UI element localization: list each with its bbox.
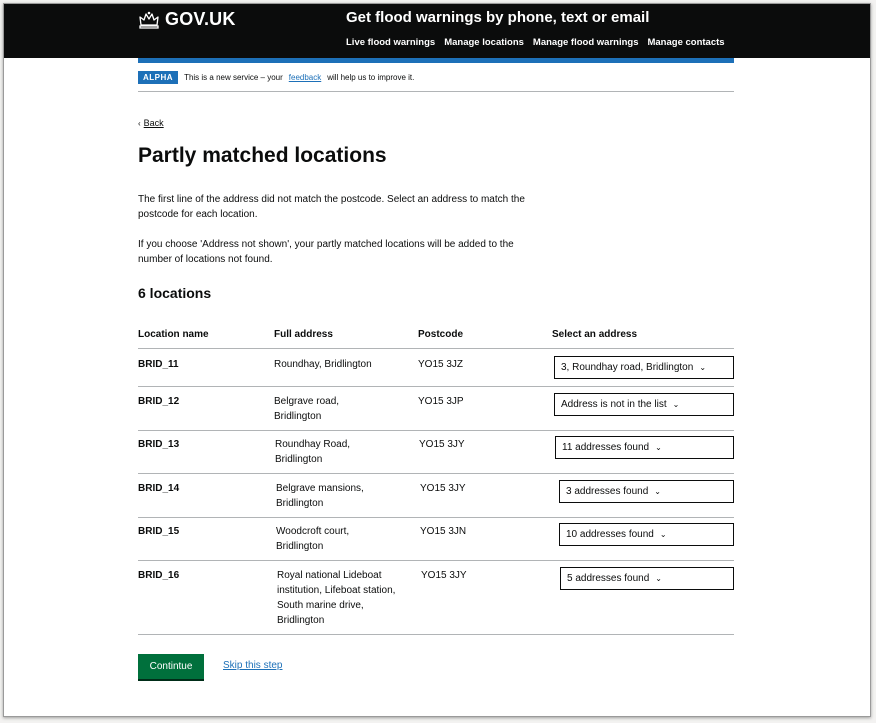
address-select[interactable]: 11 addresses found ⌄ bbox=[555, 436, 734, 459]
row-full-address: Roundhay, Bridlington bbox=[274, 359, 372, 370]
nav-manage-flood-warnings[interactable]: Manage flood warnings bbox=[533, 37, 639, 48]
chevron-down-icon: ⌄ bbox=[655, 574, 662, 583]
table-row-divider bbox=[138, 473, 734, 474]
phase-tag: ALPHA bbox=[138, 71, 179, 84]
nav-manage-locations[interactable]: Manage locations bbox=[444, 37, 524, 48]
row-location-name: BRID_11 bbox=[138, 359, 179, 370]
row-postcode: YO15 3JZ bbox=[418, 359, 464, 370]
address-select-value: 11 addresses found bbox=[562, 442, 650, 453]
intro-paragraph-2: If you choose 'Address not shown', your … bbox=[138, 239, 514, 265]
skip-this-step-link[interactable]: Skip this step bbox=[223, 660, 282, 671]
row-full-address: Belgrave mansions, Bridlington bbox=[276, 483, 364, 509]
site-header: GOV.UK Get flood warnings by phone, text… bbox=[4, 4, 870, 58]
address-select-value: 3 addresses found bbox=[566, 486, 649, 497]
table-header-divider bbox=[138, 348, 734, 349]
row-full-address: Roundhay Road, Bridlington bbox=[275, 439, 351, 465]
header-underline bbox=[138, 58, 734, 63]
chevron-down-icon: ⌄ bbox=[654, 487, 661, 496]
address-select-value: 5 addresses found bbox=[567, 573, 650, 584]
row-postcode: YO15 3JY bbox=[420, 483, 466, 494]
service-name[interactable]: Get flood warnings by phone, text or ema… bbox=[346, 9, 649, 26]
address-select[interactable]: 5 addresses found ⌄ bbox=[560, 567, 734, 590]
address-select-value: Address is not in the list bbox=[561, 399, 667, 410]
table-row-divider bbox=[138, 386, 734, 387]
browser-page: GOV.UK Get flood warnings by phone, text… bbox=[3, 3, 871, 717]
row-full-address: Woodcroft court, Bridlington bbox=[276, 526, 350, 552]
back-link[interactable]: ‹ Back bbox=[138, 118, 164, 128]
row-location-name: BRID_16 bbox=[138, 570, 180, 581]
intro-paragraph-1: The first line of the address did not ma… bbox=[138, 194, 525, 220]
row-full-address: Belgrave road, Bridlington bbox=[274, 396, 340, 422]
row-postcode: YO15 3JN bbox=[420, 526, 467, 537]
row-location-name: BRID_14 bbox=[138, 483, 180, 494]
row-postcode: YO15 3JY bbox=[421, 570, 467, 581]
address-select[interactable]: 10 addresses found ⌄ bbox=[559, 523, 734, 546]
column-header-full-address: Full address bbox=[274, 329, 333, 340]
column-header-select-address: Select an address bbox=[552, 329, 638, 340]
table-row-divider bbox=[138, 634, 734, 635]
column-header-postcode: Postcode bbox=[418, 329, 464, 340]
phase-banner-divider bbox=[138, 91, 734, 92]
address-select-value: 3, Roundhay road, Bridlington bbox=[561, 362, 694, 373]
table-row-divider bbox=[138, 517, 734, 518]
feedback-link[interactable]: feedback bbox=[289, 73, 321, 82]
back-link-label[interactable]: Back bbox=[144, 118, 164, 128]
logo-text: GOV.UK bbox=[165, 9, 236, 29]
nav-manage-contacts[interactable]: Manage contacts bbox=[647, 37, 724, 48]
address-select[interactable]: Address is not in the list ⌄ bbox=[554, 393, 734, 416]
row-postcode: YO15 3JP bbox=[418, 396, 464, 407]
chevron-left-icon: ‹ bbox=[138, 118, 141, 128]
chevron-down-icon: ⌄ bbox=[659, 530, 667, 539]
address-select[interactable]: 3 addresses found ⌄ bbox=[559, 480, 734, 503]
row-location-name: BRID_15 bbox=[138, 526, 180, 537]
address-select[interactable]: 3, Roundhay road, Bridlington ⌄ bbox=[554, 356, 734, 379]
chevron-down-icon: ⌄ bbox=[655, 443, 662, 452]
chevron-down-icon: ⌄ bbox=[672, 400, 680, 409]
row-location-name: BRID_12 bbox=[138, 396, 180, 407]
row-full-address: Royal national Lideboat institution, Lif… bbox=[277, 570, 396, 626]
crown-icon bbox=[139, 11, 159, 29]
header-nav: Live flood warnings Manage locations Man… bbox=[346, 37, 725, 48]
phase-banner: ALPHA This is a new service – your feedb… bbox=[138, 71, 414, 84]
phase-text-before: This is a new service – your bbox=[184, 73, 283, 82]
address-select-value: 10 addresses found bbox=[566, 529, 654, 540]
chevron-down-icon: ⌄ bbox=[699, 363, 707, 372]
table-row-divider bbox=[138, 430, 734, 431]
table-row-divider bbox=[138, 560, 734, 561]
continue-button[interactable]: Contintue bbox=[138, 654, 204, 679]
nav-live-flood-warnings[interactable]: Live flood warnings bbox=[346, 37, 435, 48]
row-location-name: BRID_13 bbox=[138, 439, 180, 450]
locations-count-heading: 6 locations bbox=[138, 285, 212, 301]
page-title: Partly matched locations bbox=[138, 144, 387, 167]
govuk-logo[interactable]: GOV.UK bbox=[138, 9, 236, 30]
row-postcode: YO15 3JY bbox=[419, 439, 465, 450]
phase-text-after: will help us to improve it. bbox=[327, 73, 415, 82]
column-header-location-name: Location name bbox=[138, 329, 209, 340]
